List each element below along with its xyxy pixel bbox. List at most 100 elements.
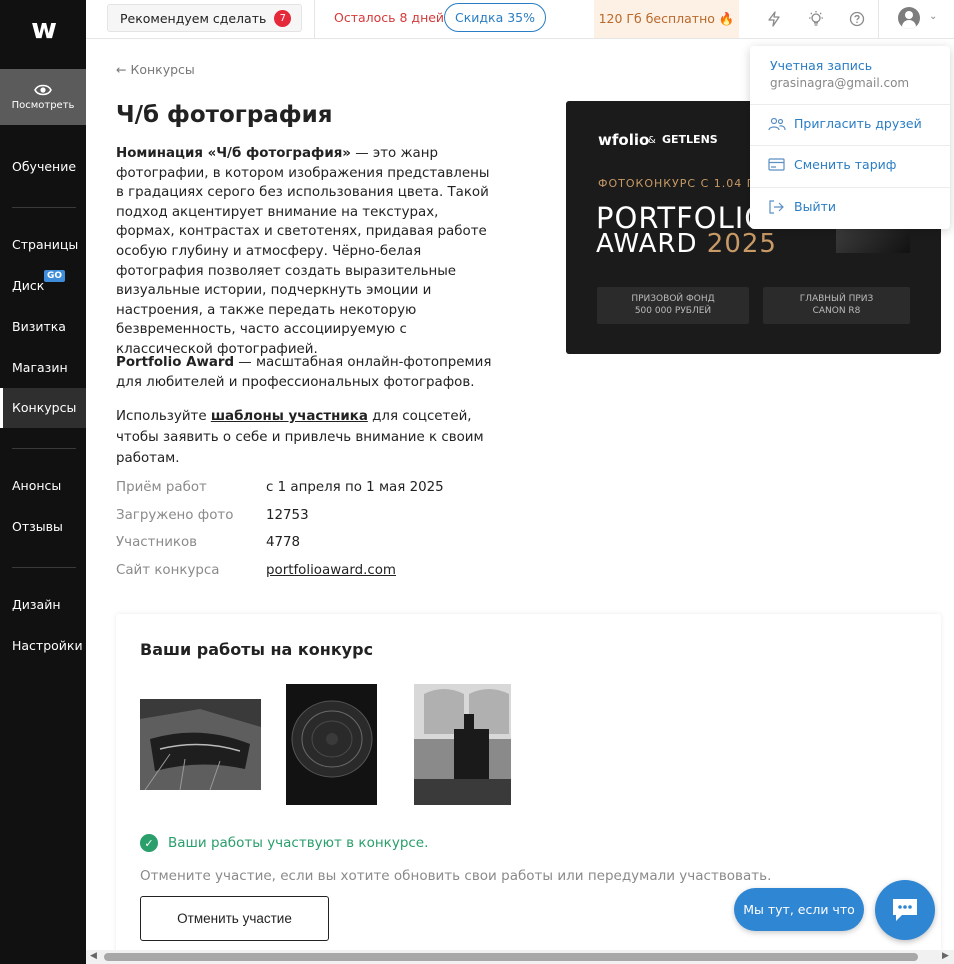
lightning-icon[interactable] <box>764 9 784 29</box>
main-prize-value: CANON R8 <box>812 306 861 316</box>
banner-partner: GETLENS <box>662 133 718 146</box>
logo[interactable]: w <box>0 0 86 56</box>
chat-icon <box>893 899 917 921</box>
banner-contest-line: ФОТОКОНКУРС С 1.04 П <box>598 177 757 190</box>
banner-award: AWARD <box>596 229 698 259</box>
info-row: Сайт конкурса portfolioaward.com <box>116 563 396 578</box>
divider <box>12 448 76 449</box>
work-thumbnail[interactable] <box>414 684 511 805</box>
main-prize-box: ГЛАВНЫЙ ПРИЗ CANON R8 <box>763 287 910 324</box>
sidebar-item-settings[interactable]: Настройки <box>0 626 86 666</box>
divider <box>750 145 950 146</box>
help-icon[interactable] <box>847 9 867 29</box>
sidebar-item-contests[interactable]: Конкурсы <box>0 388 86 428</box>
prize-fund-value: 500 000 РУБЛЕЙ <box>634 306 712 316</box>
logout-item[interactable]: Выйти <box>768 199 836 214</box>
lightbulb-icon[interactable] <box>806 9 826 29</box>
divider <box>750 104 950 105</box>
cancel-hint: Отмените участие, если вы хотите обновит… <box>140 868 772 884</box>
info-row: Приём работ с 1 апреля по 1 мая 2025 <box>116 480 444 495</box>
logout-icon <box>768 199 786 214</box>
info-key: Участников <box>116 535 198 550</box>
prize-fund-label: ПРИЗОВОЙ ФОНД <box>631 294 715 304</box>
sidebar-item-card[interactable]: Визитка <box>0 307 86 347</box>
description: Номинация «Ч/б фотография» — это жанр фо… <box>116 144 496 360</box>
sidebar-item-design[interactable]: Дизайн <box>0 585 86 625</box>
days-left-text: Осталось 8 дней <box>334 10 445 25</box>
view-label: Посмотреть <box>11 100 75 111</box>
divider <box>750 187 950 188</box>
avatar[interactable] <box>898 7 920 29</box>
recommend-count-badge: 7 <box>274 9 292 27</box>
top-bar: Рекомендуем сделать 7 Осталось 8 дней Ск… <box>86 0 954 39</box>
back-link[interactable]: ← Конкурсы <box>116 62 195 77</box>
banner-brand: wfolio <box>598 131 650 149</box>
sidebar-item-learning[interactable]: Обучение <box>0 147 86 187</box>
description-text: — это жанр фотографии, в котором изображ… <box>116 146 490 357</box>
sidebar-item-disk[interactable]: Диск GO <box>0 266 86 306</box>
sidebar-item-shop[interactable]: Магазин <box>0 348 86 388</box>
discount-button[interactable]: Скидка 35% <box>444 3 547 32</box>
account-link[interactable]: Учетная запись <box>770 58 872 73</box>
status-text: Ваши работы участвуют в конкурсе. <box>168 835 429 851</box>
templates-paragraph: Используйте шаблоны участника для соцсет… <box>116 406 516 469</box>
sidebar-item-reviews[interactable]: Отзывы <box>0 507 86 547</box>
view-button[interactable]: Посмотреть <box>0 69 86 125</box>
description-bold: Номинация «Ч/б фотография» <box>116 146 351 161</box>
cancel-participation-button[interactable]: Отменить участие <box>140 896 329 941</box>
account-menu: Учетная запись grasinagra@gmail.com Приг… <box>750 46 950 229</box>
award-bold: Portfolio Award <box>116 355 235 370</box>
divider <box>12 567 76 568</box>
scroll-left-icon[interactable]: ◀ <box>90 951 97 961</box>
divider <box>878 0 879 39</box>
participation-status: ✓ Ваши работы участвуют в конкурсе. <box>140 834 428 852</box>
logout-label: Выйти <box>794 199 836 214</box>
templates-pre: Используйте <box>116 409 211 424</box>
check-icon: ✓ <box>140 834 158 852</box>
users-icon <box>768 117 786 131</box>
info-value: 12753 <box>266 508 309 523</box>
main-prize-label: ГЛАВНЫЙ ПРИЗ <box>799 294 874 304</box>
recommend-label: Рекомендуем сделать <box>120 10 267 26</box>
info-row: Загружено фото 12753 <box>116 508 309 523</box>
chat-button[interactable] <box>875 880 935 940</box>
divider <box>12 207 76 208</box>
sidebar-item-announcements[interactable]: Анонсы <box>0 466 86 506</box>
work-thumbnail[interactable] <box>286 684 377 805</box>
banner-amp: & <box>648 135 656 146</box>
banner-year: 2025 <box>706 229 777 259</box>
change-plan-item[interactable]: Сменить тариф <box>768 157 896 172</box>
info-key: Сайт конкурса <box>116 563 220 578</box>
eye-icon <box>34 84 52 96</box>
work-thumbnail[interactable] <box>140 699 261 791</box>
arrow-left-icon: ← <box>116 62 127 77</box>
recommend-button[interactable]: Рекомендуем сделать 7 <box>107 4 303 32</box>
divider <box>314 0 315 39</box>
sidebar: w Посмотреть Обучение Страницы Диск GO В… <box>0 0 86 964</box>
back-label: Конкурсы <box>130 62 195 77</box>
change-plan-label: Сменить тариф <box>794 157 897 172</box>
chat-pill-button[interactable]: Мы тут, если что <box>734 888 864 931</box>
contest-site-link[interactable]: portfolioaward.com <box>266 563 396 578</box>
horizontal-scrollbar[interactable]: ◀ ▶ <box>86 950 954 964</box>
info-key: Загружено фото <box>116 508 234 523</box>
info-value: 4778 <box>266 535 301 550</box>
templates-link[interactable]: шаблоны участника <box>211 409 368 424</box>
chevron-down-icon[interactable]: ⌄ <box>929 11 937 22</box>
info-key: Приём работ <box>116 480 207 495</box>
sidebar-item-pages[interactable]: Страницы <box>0 225 86 265</box>
scrollbar-thumb[interactable] <box>104 953 918 961</box>
info-row: Участников 4778 <box>116 535 300 550</box>
banner-headline-2: AWARD 2025 <box>596 229 777 259</box>
account-email: grasinagra@gmail.com <box>770 76 910 90</box>
award-paragraph: Portfolio Award — масштабная онлайн-фото… <box>116 353 496 392</box>
go-badge: GO <box>44 270 66 282</box>
invite-friends-item[interactable]: Пригласить друзей <box>768 116 922 131</box>
card-icon <box>768 158 786 171</box>
info-value: с 1 апреля по 1 мая 2025 <box>266 480 444 495</box>
works-title: Ваши работы на конкурс <box>140 640 374 659</box>
scroll-right-icon[interactable]: ▶ <box>942 951 949 961</box>
prize-fund-box: ПРИЗОВОЙ ФОНД 500 000 РУБЛЕЙ <box>597 287 749 324</box>
free-storage-button[interactable]: 120 Гб бесплатно 🔥 <box>594 0 739 38</box>
page-title: Ч/б фотография <box>116 102 333 128</box>
